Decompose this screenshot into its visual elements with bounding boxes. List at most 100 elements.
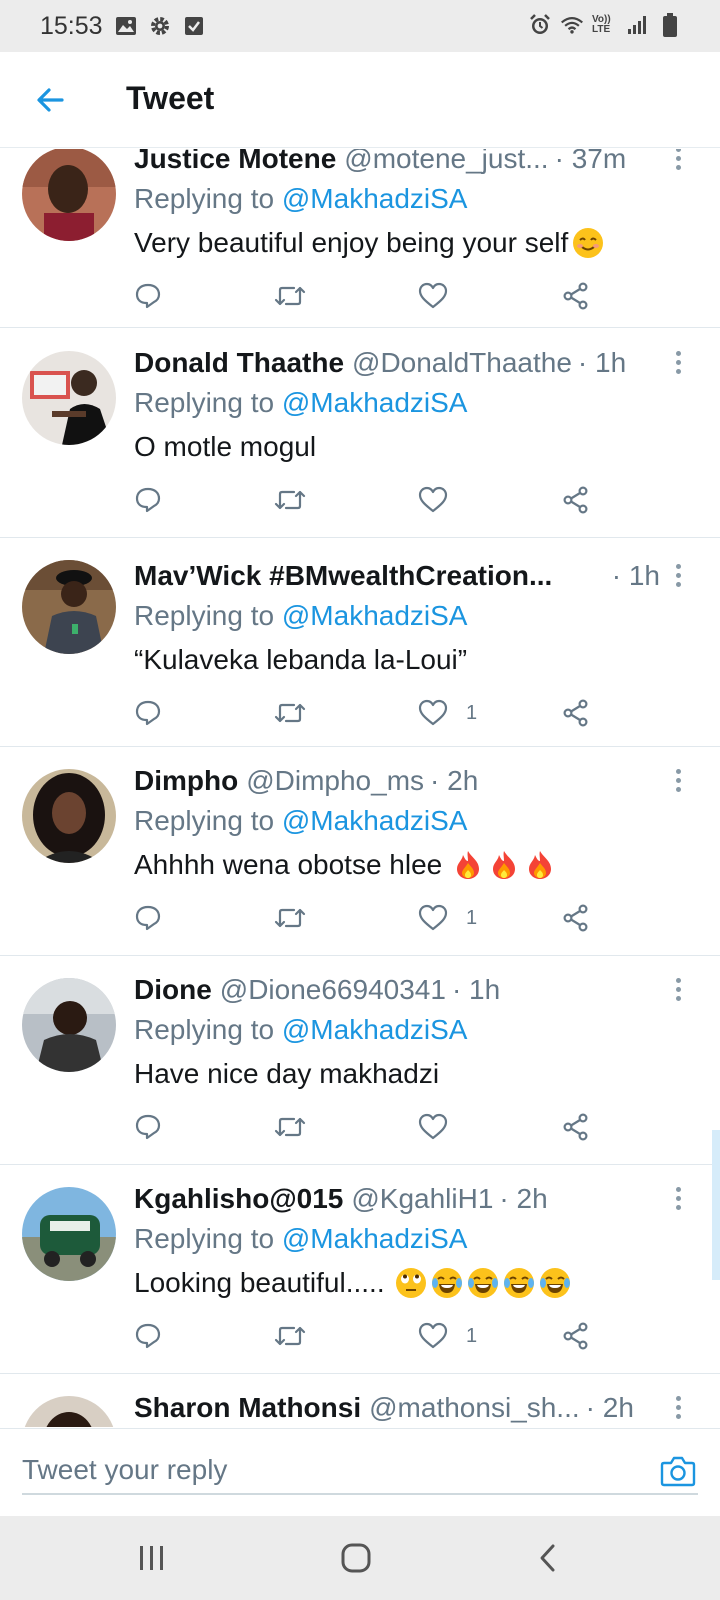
avatar[interactable]	[22, 1396, 116, 1427]
status-bar: 15:53 Vo)) LTE	[0, 0, 720, 52]
reply-icon	[135, 283, 161, 309]
author-name[interactable]: Mav’Wick #BMwealthCreation...	[134, 558, 552, 594]
share-button[interactable]	[562, 901, 590, 935]
reply-icon	[135, 1114, 161, 1140]
author-name[interactable]: Sharon Mathonsi	[134, 1390, 361, 1426]
reply-feed[interactable]: Justice Motene @motene_just... · 37m Rep…	[0, 149, 720, 1427]
replying-to-label: Replying to	[134, 387, 275, 418]
arrow-left-icon	[37, 88, 64, 112]
tweet-time: · 2h	[499, 1183, 548, 1214]
replying-to-mention[interactable]: @MakhadziSA	[282, 1223, 468, 1254]
tweet-header: Sharon Mathonsi @mathonsi_sh... · 2h	[134, 1390, 660, 1426]
avatar[interactable]	[22, 769, 116, 863]
wifi-icon	[560, 13, 584, 37]
like-button[interactable]	[418, 483, 466, 517]
system-nav-bar	[0, 1516, 720, 1600]
heart-icon	[418, 1113, 448, 1140]
author-handle[interactable]: @KgahliH1	[351, 1181, 493, 1217]
replying-to-label: Replying to	[134, 600, 275, 631]
more-options-icon[interactable]	[666, 1392, 690, 1422]
share-button[interactable]	[562, 1110, 590, 1144]
tweet-text: Looking beautiful.....	[134, 1265, 680, 1301]
reply-button[interactable]	[134, 901, 162, 935]
home-button[interactable]	[334, 1536, 378, 1580]
share-button[interactable]	[562, 696, 590, 730]
scrollbar[interactable]	[712, 1130, 720, 1280]
reply-button[interactable]	[134, 483, 162, 517]
tweet-item[interactable]: Dimpho @Dimpho_ms · 2h Replying to @Makh…	[0, 747, 720, 956]
reply-input[interactable]	[22, 1447, 698, 1495]
more-options-icon[interactable]	[666, 149, 690, 173]
author-handle[interactable]: @mathonsi_sh...	[369, 1390, 580, 1426]
reply-button[interactable]	[134, 279, 162, 313]
avatar[interactable]	[22, 560, 116, 654]
retweet-button[interactable]	[274, 901, 306, 935]
avatar[interactable]	[22, 149, 116, 241]
share-icon	[563, 1322, 588, 1350]
back-button[interactable]	[28, 78, 72, 122]
retweet-button[interactable]	[274, 1319, 306, 1353]
replying-to-mention[interactable]: @MakhadziSA	[282, 183, 468, 214]
retweet-button[interactable]	[274, 483, 306, 517]
author-handle[interactable]: @Dimpho_ms	[246, 763, 424, 799]
more-options-icon[interactable]	[666, 974, 690, 1004]
reply-button[interactable]	[134, 1110, 162, 1144]
like-button[interactable]: 1	[418, 696, 477, 730]
author-name[interactable]: Dione	[134, 972, 212, 1008]
like-button[interactable]: 1	[418, 1319, 477, 1353]
retweet-icon	[274, 908, 306, 928]
like-button[interactable]: 1	[418, 901, 477, 935]
share-button[interactable]	[562, 279, 590, 313]
more-options-icon[interactable]	[666, 1183, 690, 1213]
tweet-item[interactable]: Dione @Dione66940341 · 1h Replying to @M…	[0, 956, 720, 1165]
author-handle[interactable]: @Dione66940341	[220, 972, 446, 1008]
tweet-item[interactable]: Mav’Wick #BMwealthCreation... · 1h Reply…	[0, 538, 720, 747]
camera-button[interactable]	[658, 1451, 698, 1491]
reply-button[interactable]	[134, 1319, 162, 1353]
share-button[interactable]	[562, 1319, 590, 1353]
author-name[interactable]: Donald Thaathe	[134, 345, 344, 381]
more-options-icon[interactable]	[666, 765, 690, 795]
author-name[interactable]: Dimpho	[134, 763, 238, 799]
author-handle[interactable]: @motene_just...	[344, 149, 548, 177]
tweet-body: “Kulaveka lebanda la-Loui”	[134, 644, 468, 675]
retweet-button[interactable]	[274, 279, 306, 313]
replying-to-mention[interactable]: @MakhadziSA	[282, 805, 468, 836]
share-button[interactable]	[562, 483, 590, 517]
author-name[interactable]: Kgahlisho@015	[134, 1181, 343, 1217]
status-right-icons: Vo)) LTE	[528, 13, 682, 37]
avatar[interactable]	[22, 978, 116, 1072]
tweet-item[interactable]: Donald Thaathe @DonaldThaathe · 1h Reply…	[0, 329, 720, 538]
tweet-body: Ahhhh wena obotse hlee	[134, 849, 443, 880]
nav-back-button[interactable]	[526, 1536, 570, 1580]
tweet-time: · 1h	[577, 347, 627, 378]
tweet-item[interactable]: Justice Motene @motene_just... · 37m Rep…	[0, 149, 720, 328]
tweet-header: Kgahlisho@015 @KgahliH1 · 2h	[134, 1181, 660, 1217]
page-title: Tweet	[126, 80, 215, 116]
replying-to-mention[interactable]: @MakhadziSA	[282, 600, 468, 631]
volte-icon: Vo)) LTE	[592, 14, 611, 35]
replying-to-mention[interactable]: @MakhadziSA	[282, 1014, 468, 1045]
like-button[interactable]	[418, 1110, 466, 1144]
author-name[interactable]: Justice Motene	[134, 149, 336, 177]
tweet-actions: 1	[134, 1319, 594, 1353]
tweet-actions: 1	[134, 696, 594, 730]
like-button[interactable]	[418, 279, 466, 313]
more-options-icon[interactable]	[666, 347, 690, 377]
avatar[interactable]	[22, 1187, 116, 1281]
more-options-icon[interactable]	[666, 560, 690, 590]
reply-button[interactable]	[134, 696, 162, 730]
avatar[interactable]	[22, 351, 116, 445]
retweet-button[interactable]	[274, 696, 306, 730]
recent-apps-button[interactable]	[130, 1536, 174, 1580]
author-handle[interactable]: @DonaldThaathe	[352, 345, 572, 381]
retweet-button[interactable]	[274, 1110, 306, 1144]
image-icon	[114, 14, 138, 38]
share-icon	[563, 1113, 588, 1141]
tweet-item[interactable]: Kgahlisho@015 @KgahliH1 · 2h Replying to…	[0, 1165, 720, 1374]
replying-to-label: Replying to	[134, 805, 275, 836]
tweet-header: Dione @Dione66940341 · 1h	[134, 972, 660, 1008]
tweet-header: Justice Motene @motene_just... · 37m	[134, 149, 660, 177]
replying-to-mention[interactable]: @MakhadziSA	[282, 387, 468, 418]
tweet-item[interactable]: Sharon Mathonsi @mathonsi_sh... · 2h	[0, 1374, 720, 1427]
